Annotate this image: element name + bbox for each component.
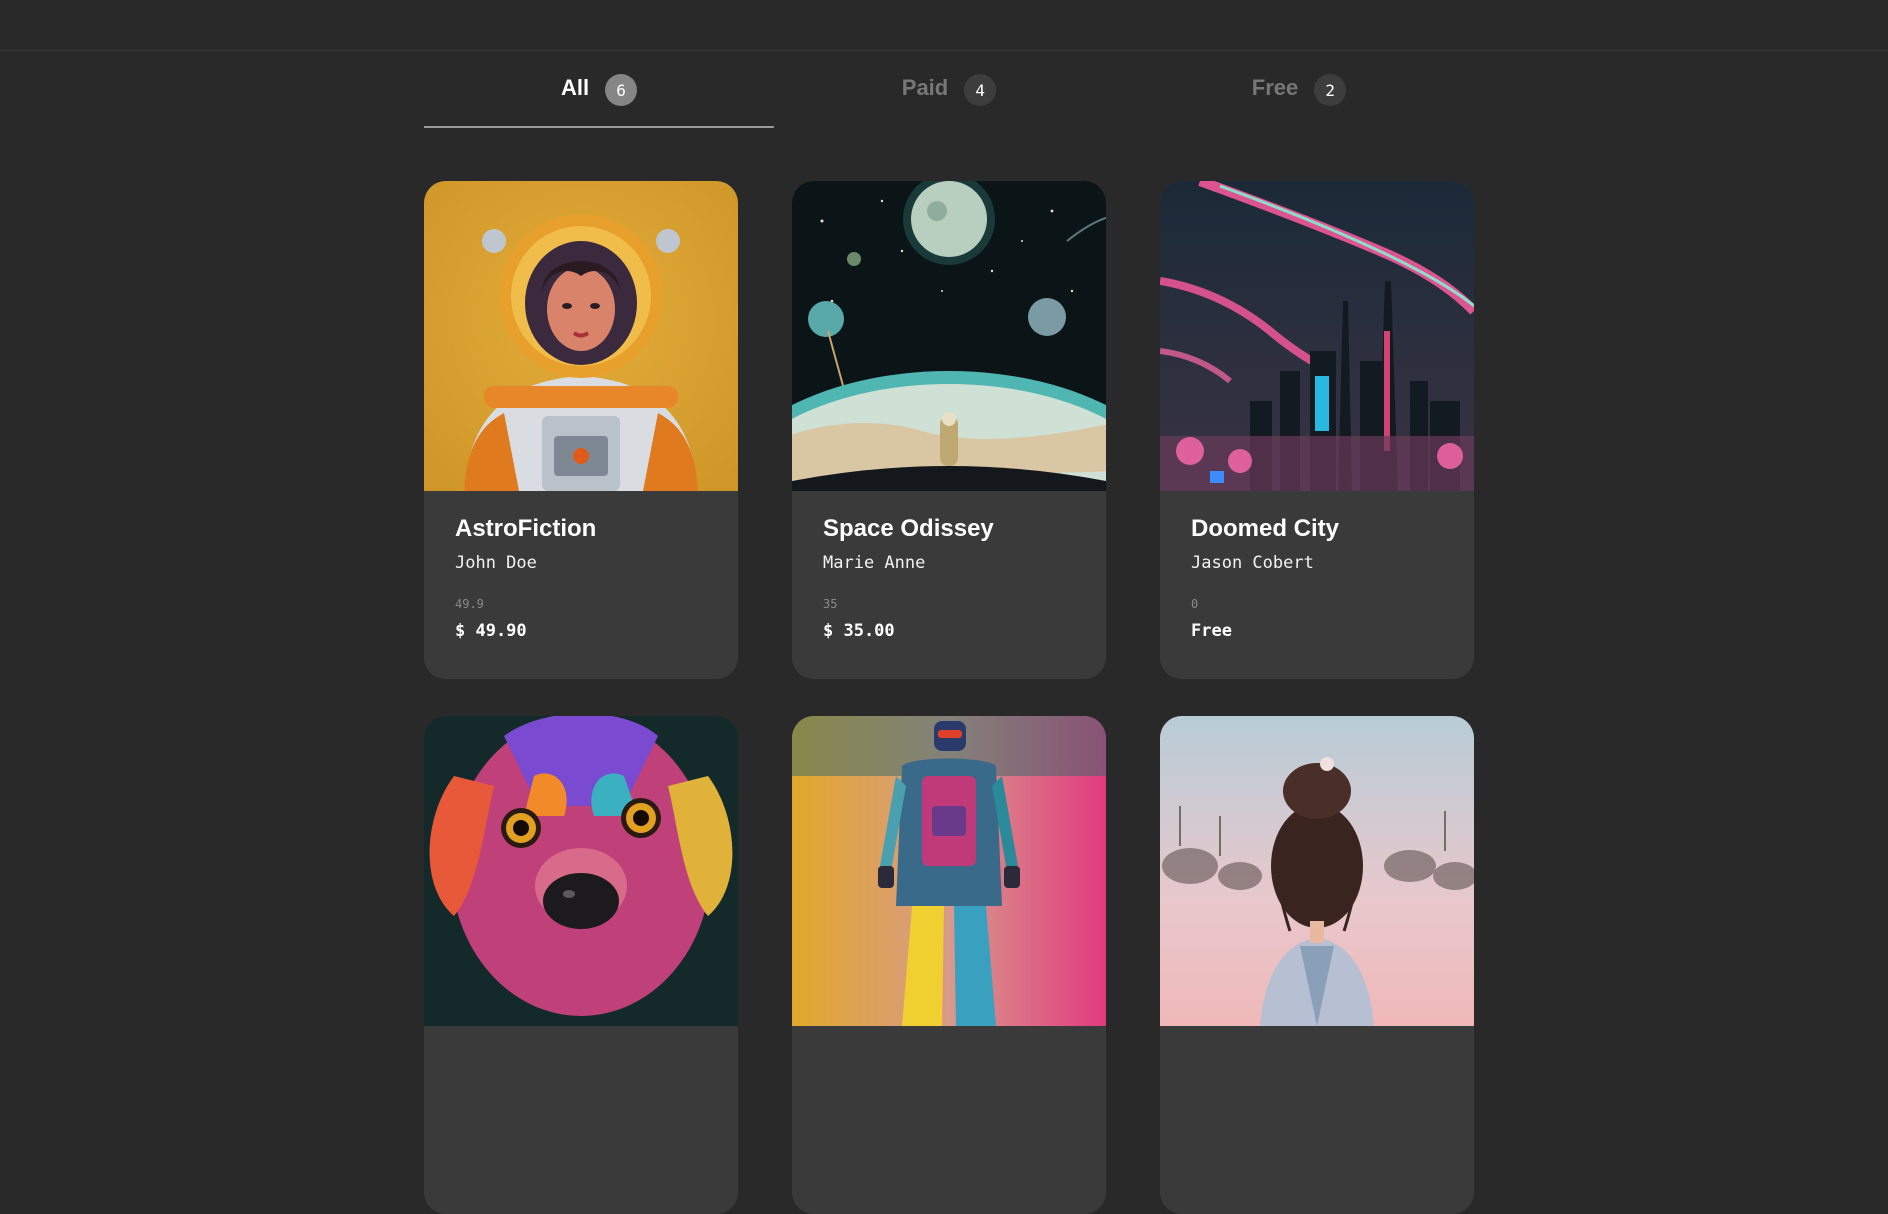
- top-bar: [0, 0, 1888, 51]
- robot-artwork-image: [792, 716, 1106, 1026]
- tab-all-label: All: [560, 75, 590, 100]
- tab-free-count-badge: 2: [1314, 74, 1347, 106]
- girl-artwork-image: [1160, 716, 1474, 1026]
- filter-tabs: All 6 Paid 4 Free 2: [424, 72, 1474, 128]
- card-raw-price: 0: [1191, 597, 1199, 611]
- card-title: Space Odissey: [823, 515, 994, 542]
- space-artwork-image: [792, 181, 1106, 491]
- card-author: John Doe: [455, 553, 537, 573]
- card-price: $ 49.90: [455, 621, 527, 641]
- card-raw-price: 35: [823, 597, 838, 611]
- card-author: Marie Anne: [823, 553, 926, 573]
- tab-all-count-badge: 6: [605, 74, 638, 106]
- astronaut-artwork-image: [424, 181, 738, 491]
- tab-free[interactable]: Free 2: [1124, 72, 1474, 128]
- card-title: AstroFiction: [455, 515, 597, 542]
- card-info: Space Odissey Marie Anne 35 $ 35.00: [792, 491, 1106, 679]
- card-raw-price: 49.9: [455, 597, 484, 611]
- dog-artwork-image: [424, 716, 738, 1026]
- card-info: [424, 1026, 738, 1214]
- card-author: Jason Cobert: [1191, 553, 1314, 573]
- card-info: Doomed City Jason Cobert 0 Free: [1160, 491, 1474, 679]
- nft-card-space-odissey[interactable]: Space Odissey Marie Anne 35 $ 35.00: [792, 181, 1106, 679]
- card-title: Doomed City: [1191, 515, 1340, 542]
- tab-all[interactable]: All 6: [424, 72, 774, 128]
- city-artwork-image: [1160, 181, 1474, 491]
- card-price: Free: [1191, 621, 1232, 641]
- nft-card-astrofiction[interactable]: AstroFiction John Doe 49.9 $ 49.90: [424, 181, 738, 679]
- card-info: AstroFiction John Doe 49.9 $ 49.90: [424, 491, 738, 679]
- nft-card-robot[interactable]: [792, 716, 1106, 1214]
- tab-free-label: Free: [1251, 75, 1299, 100]
- tab-paid-count-badge: 4: [964, 74, 997, 106]
- nft-card-doomed-city[interactable]: Doomed City Jason Cobert 0 Free: [1160, 181, 1474, 679]
- tab-paid[interactable]: Paid 4: [774, 72, 1124, 128]
- card-info: [1160, 1026, 1474, 1214]
- nft-card-girl[interactable]: [1160, 716, 1474, 1214]
- card-info: [792, 1026, 1106, 1214]
- tab-paid-label: Paid: [901, 75, 949, 100]
- nft-card-dog[interactable]: [424, 716, 738, 1214]
- card-price: $ 35.00: [823, 621, 895, 641]
